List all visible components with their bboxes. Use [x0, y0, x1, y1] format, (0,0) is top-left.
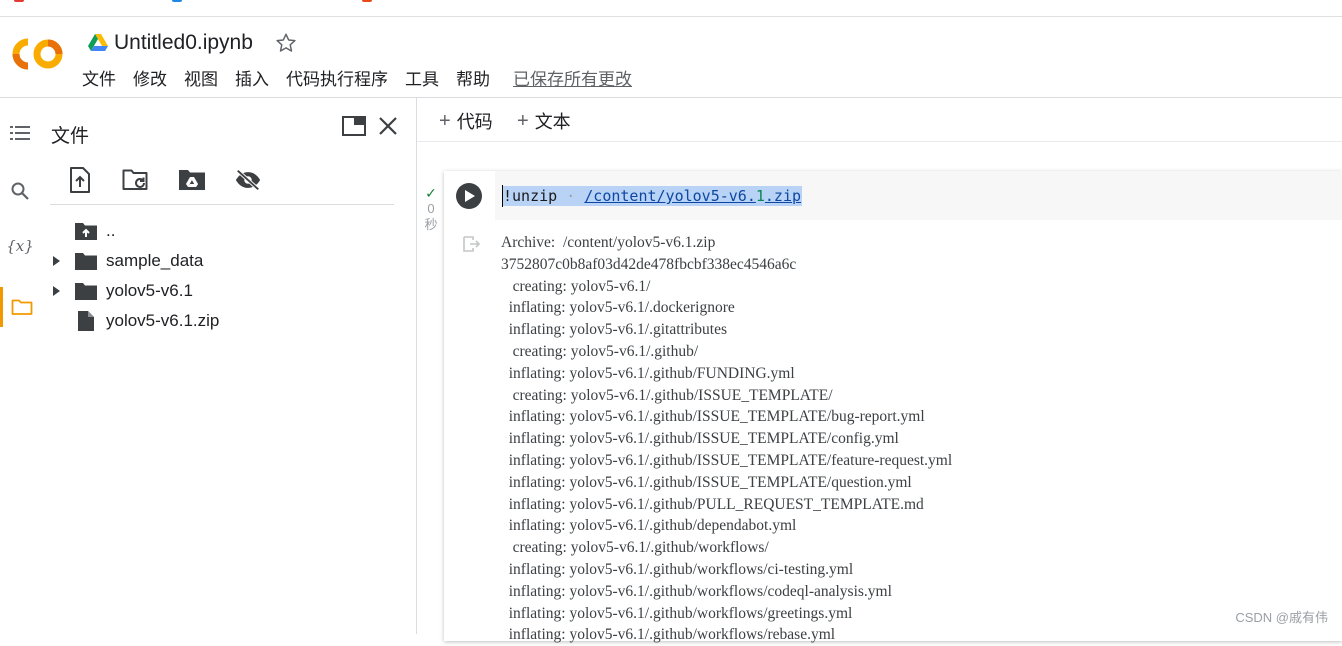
folder-refresh-icon	[122, 169, 148, 190]
menu-item-insert[interactable]: 插入	[235, 65, 269, 90]
mount-drive-button[interactable]	[178, 166, 206, 194]
toc-button[interactable]	[0, 113, 40, 153]
tree-item-yolov5-zip[interactable]: yolov5-v6.1.zip	[48, 306, 398, 336]
menu-bar: 文件 修改 视图 插入 代码执行程序 工具 帮助 已保存所有更改	[82, 65, 649, 90]
open-in-tab-icon[interactable]	[342, 116, 366, 136]
tree-item-label: sample_data	[106, 251, 204, 270]
close-icon[interactable]	[378, 116, 398, 136]
exec-time-unit: 秒	[424, 217, 438, 232]
drive-folder-icon	[179, 170, 205, 190]
left-icon-rail: {x}	[0, 98, 40, 634]
cell-output: Archive: /content/yolov5-v6.1.zip 3752807…	[501, 232, 952, 646]
code-editor[interactable]: !unzip · /content/yolov5-v6.1.zip	[495, 171, 1342, 220]
output-line: 3752807c0b8af03d42de478fbcbf338ec4546a6c	[501, 255, 797, 273]
output-line: inflating: yolov5-v6.1/.github/dependabo…	[501, 517, 797, 535]
google-drive-icon	[88, 34, 108, 51]
plus-icon: +	[517, 109, 529, 132]
output-line: inflating: yolov5-v6.1/.github/ISSUE_TEM…	[501, 430, 899, 448]
play-icon	[465, 190, 475, 202]
watermark: CSDN @戚有伟	[1235, 610, 1328, 625]
files-button[interactable]	[0, 287, 40, 327]
browser-tab-strip	[0, 0, 1342, 17]
svg-text:{x}: {x}	[7, 237, 33, 255]
output-line: inflating: yolov5-v6.1/.github/workflows…	[501, 604, 853, 622]
output-line: Archive: /content/yolov5-v6.1.zip	[501, 234, 716, 251]
folder-icon	[11, 299, 32, 315]
folder-icon	[75, 283, 97, 300]
variables-icon: {x}	[7, 237, 33, 255]
output-line: inflating: yolov5-v6.1/.github/ISSUE_TEM…	[501, 451, 953, 469]
search-button[interactable]	[0, 171, 40, 211]
star-icon[interactable]	[275, 32, 297, 54]
notebook-main: + 代码 + 文本 ✓ 0 秒 !unzip · /content/yolov5…	[417, 98, 1342, 643]
add-code-button[interactable]: + 代码	[439, 108, 493, 134]
output-line: creating: yolov5-v6.1/.github/ISSUE_TEMP…	[501, 386, 833, 404]
menu-item-help[interactable]: 帮助	[456, 65, 490, 90]
output-line: inflating: yolov5-v6.1/.github/workflows…	[501, 626, 836, 644]
folder-up-icon	[75, 223, 97, 240]
menu-item-edit[interactable]: 修改	[133, 65, 167, 90]
caret-right-icon	[53, 256, 60, 266]
output-line: inflating: yolov5-v6.1/.github/workflows…	[501, 560, 854, 578]
menu-item-file[interactable]: 文件	[82, 65, 116, 90]
run-cell-button[interactable]	[456, 183, 482, 209]
refresh-folder-button[interactable]	[122, 166, 150, 194]
tree-item-yolov5-folder[interactable]: yolov5-v6.1	[48, 276, 398, 306]
output-line: creating: yolov5-v6.1/.github/workflows/	[501, 539, 769, 557]
tab-favicon	[362, 0, 372, 2]
search-icon	[11, 182, 29, 200]
plus-icon: +	[439, 109, 451, 132]
exec-time: 0	[427, 201, 435, 216]
output-line: inflating: yolov5-v6.1/.dockerignore	[501, 299, 735, 317]
tab-favicon	[172, 0, 182, 2]
output-line: inflating: yolov5-v6.1/.github/ISSUE_TEM…	[501, 408, 925, 426]
menu-item-tools[interactable]: 工具	[405, 65, 439, 90]
table-of-contents-icon	[10, 126, 30, 140]
tab-favicon	[14, 0, 24, 2]
upload-file-icon	[70, 167, 90, 193]
output-line: creating: yolov5-v6.1/.github/	[501, 342, 699, 360]
output-line: inflating: yolov5-v6.1/.github/workflows…	[501, 582, 892, 600]
files-panel-title: 文件	[51, 126, 90, 147]
tree-item-label: yolov5-v6.1	[106, 281, 193, 300]
tree-item-label: yolov5-v6.1.zip	[106, 311, 220, 330]
notebook-title[interactable]: Untitled0.ipynb	[114, 31, 253, 55]
add-text-button[interactable]: + 文本	[517, 108, 571, 134]
caret-right-icon	[53, 286, 60, 296]
notebook-header: Untitled0.ipynb 文件 修改 视图 插入 代码执行程序 工具 帮助…	[0, 17, 1342, 98]
output-line: inflating: yolov5-v6.1/.github/ISSUE_TEM…	[501, 473, 912, 491]
folder-icon	[75, 253, 97, 270]
code-line: !unzip · /content/yolov5-v6.1.zip	[502, 186, 803, 206]
file-tree: .. sample_data yolov5-v6.1 yolov5-v6.1.z…	[48, 216, 398, 336]
cell-exec-status: ✓ 0 秒	[420, 185, 442, 233]
file-icon	[78, 311, 94, 331]
expand-toggle[interactable]	[48, 283, 64, 299]
file-toolbar	[66, 166, 290, 194]
output-line: creating: yolov5-v6.1/	[501, 277, 651, 295]
visibility-off-icon	[235, 169, 261, 191]
text-cursor	[502, 185, 503, 207]
output-actions-icon[interactable]	[461, 234, 481, 254]
tree-item-label: ..	[106, 221, 116, 240]
tree-item-parent[interactable]: ..	[48, 216, 398, 246]
expand-toggle[interactable]	[48, 253, 64, 269]
upload-button[interactable]	[66, 166, 94, 194]
toolbar-divider	[50, 204, 394, 205]
notebook-toolbar: + 代码 + 文本	[417, 98, 1342, 142]
code-cell[interactable]: !unzip · /content/yolov5-v6.1.zip Archiv…	[444, 171, 1342, 643]
output-line: inflating: yolov5-v6.1/.github/PULL_REQU…	[501, 495, 924, 513]
output-line: inflating: yolov5-v6.1/.github/FUNDING.y…	[501, 364, 795, 382]
tree-item-sample-data[interactable]: sample_data	[48, 246, 398, 276]
colab-logo-icon[interactable]	[10, 36, 66, 72]
menu-item-runtime[interactable]: 代码执行程序	[286, 65, 388, 90]
check-icon: ✓	[425, 185, 437, 201]
output-line: inflating: yolov5-v6.1/.gitattributes	[501, 321, 728, 339]
menu-item-view[interactable]: 视图	[184, 65, 218, 90]
toggle-hidden-button[interactable]	[234, 166, 262, 194]
save-status-link[interactable]: 已保存所有更改	[513, 65, 632, 90]
files-panel: 文件 .. sample_data yolov5-v6.1 yolov5-v6.…	[40, 98, 417, 634]
variables-button[interactable]: {x}	[0, 226, 40, 266]
